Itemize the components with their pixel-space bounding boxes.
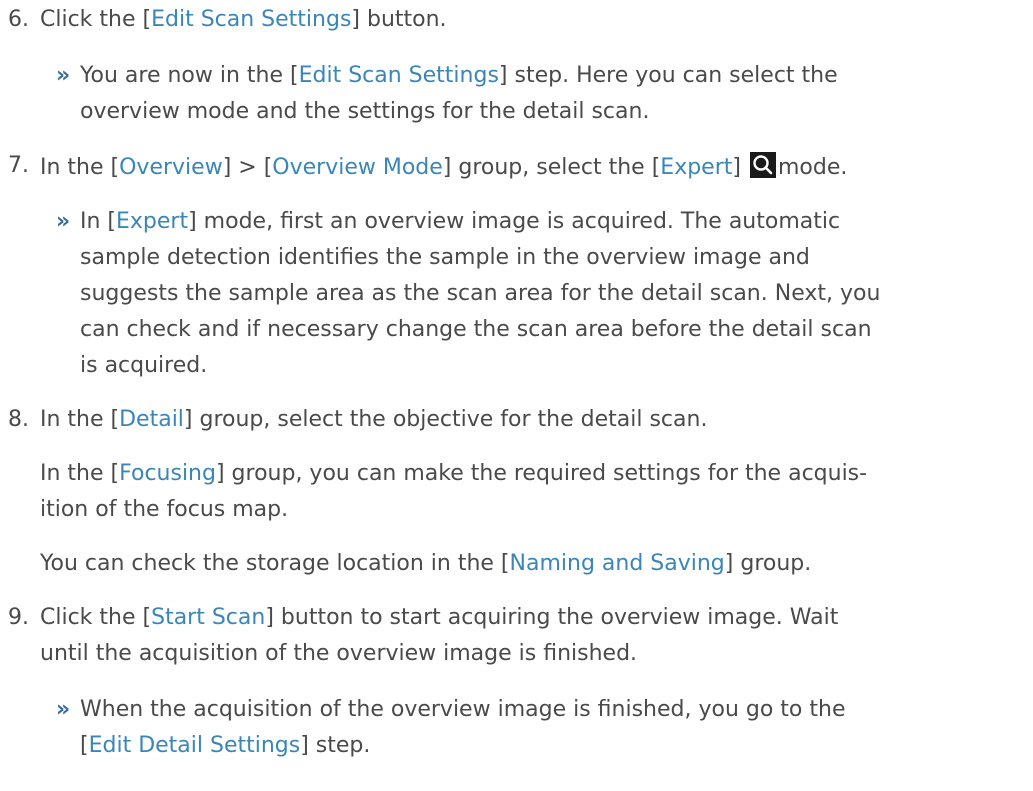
step-6-line-1: 6. Click the [Edit Scan Settings] button… bbox=[0, 6, 1033, 36]
step-6-result-line-1: » You are now in the [Edit Scan Settings… bbox=[0, 62, 1033, 92]
step-9-line-2: until the acquisition of the overview im… bbox=[40, 641, 638, 666]
result-text: When the acquisition of the overview ima… bbox=[80, 697, 846, 722]
step-text: Click the [Start Scan] button to start a… bbox=[40, 605, 839, 630]
step-7-line-1: 7. In the [Overview] > [Overview Mode] g… bbox=[0, 152, 1033, 182]
result-text: can check and if necessary change the sc… bbox=[80, 317, 872, 342]
step-9-result-line-2: [Edit Detail Settings] step. bbox=[80, 733, 371, 758]
ui-reference: Edit Scan Settings bbox=[151, 7, 352, 32]
step-6-result-line-2: overview mode and the settings for the d… bbox=[80, 98, 649, 128]
step-8-line-1: 8. In the [Detail] group, select the obj… bbox=[0, 406, 1033, 436]
step-number: 9. bbox=[8, 605, 29, 630]
ui-reference: Overview Mode bbox=[272, 155, 443, 180]
ui-reference: Expert bbox=[116, 209, 189, 234]
ui-reference: Detail bbox=[119, 407, 184, 432]
magnifier-icon bbox=[749, 152, 776, 178]
result-bullet: » bbox=[56, 209, 71, 234]
ui-reference: Edit Scan Settings bbox=[298, 63, 499, 88]
result-text: suggests the sample area as the scan are… bbox=[80, 281, 881, 306]
step-8-paragraph-2-line-2: ition of the focus map. bbox=[40, 497, 289, 522]
step-text: In the [Overview] > [Overview Mode] grou… bbox=[40, 152, 847, 182]
step-9-result-line-1: » When the acquisition of the overview i… bbox=[0, 696, 1033, 726]
result-text: overview mode and the settings for the d… bbox=[80, 99, 650, 124]
result-bullet: » bbox=[56, 697, 71, 722]
step-7-result-line-2: sample detection identifies the sample i… bbox=[80, 244, 810, 274]
ui-reference: Edit Detail Settings bbox=[88, 733, 301, 758]
ui-reference: Focusing bbox=[119, 461, 216, 486]
step-text: Click the [Edit Scan Settings] button. bbox=[40, 7, 447, 32]
result-text: sample detection identifies the sample i… bbox=[80, 245, 810, 270]
ui-reference: Overview bbox=[119, 155, 223, 180]
step-8-paragraph-2-line-1: In the [Focusing] group, you can make th… bbox=[40, 461, 868, 486]
step-7-result-line-4: can check and if necessary change the sc… bbox=[80, 316, 872, 346]
ui-reference: Expert bbox=[660, 155, 733, 180]
step-number: 6. bbox=[8, 7, 29, 32]
step-number: 8. bbox=[8, 407, 29, 432]
result-text: You are now in the [Edit Scan Settings] … bbox=[80, 63, 838, 88]
step-number: 7. bbox=[8, 153, 29, 178]
ui-reference: Start Scan bbox=[151, 605, 266, 630]
step-7-result-line-5: is acquired. bbox=[80, 352, 207, 382]
ui-reference: Naming and Saving bbox=[509, 551, 725, 576]
result-text: In [Expert] mode, first an overview imag… bbox=[80, 209, 841, 234]
result-text: is acquired. bbox=[80, 353, 208, 378]
step-9-line-1: 9. Click the [Start Scan] button to star… bbox=[0, 604, 1033, 634]
step-8-paragraph-3: You can check the storage location in th… bbox=[40, 551, 812, 576]
step-text: In the [Detail] group, select the object… bbox=[40, 407, 708, 432]
step-7-result-line-3: suggests the sample area as the scan are… bbox=[80, 280, 880, 310]
step-7-result-line-1: » In [Expert] mode, first an overview im… bbox=[0, 208, 1033, 238]
result-bullet: » bbox=[56, 63, 71, 88]
